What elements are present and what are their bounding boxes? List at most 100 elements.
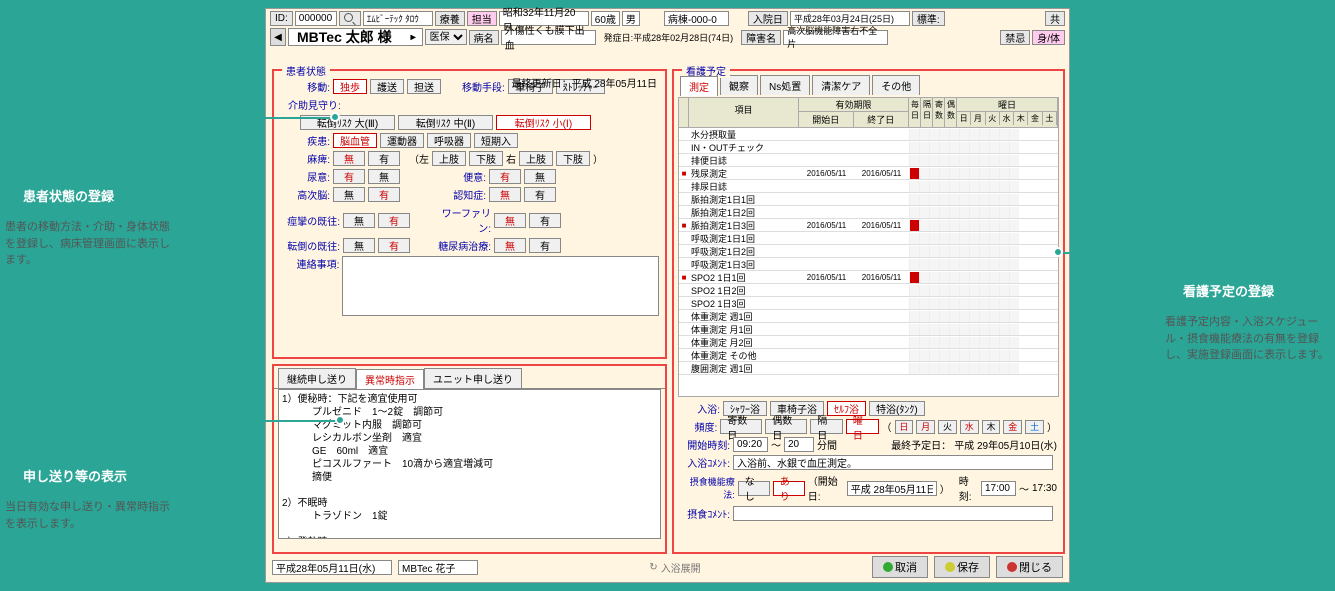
r-joshi[interactable]: 上肢	[519, 151, 553, 166]
risk-1[interactable]: 転倒ﾘｽｸ 中(Ⅱ)	[398, 115, 493, 130]
header-row-1: ID: 000000 ｴﾑﾋﾞｰﾃｯｸ ﾀﾛｳ 療養 担当 昭和32年11月20…	[266, 9, 1069, 28]
sched-tab-2[interactable]: Ns処置	[760, 75, 810, 95]
nyou-ari[interactable]: 有	[333, 169, 365, 184]
meal-comment-input[interactable]	[733, 506, 1053, 521]
table-row[interactable]: ■残尿測定2016/05/112016/05/11	[679, 167, 1058, 180]
l-kashi[interactable]: 下肢	[469, 151, 503, 166]
table-row[interactable]: 呼吸測定1日1回	[679, 232, 1058, 245]
freq-3[interactable]: 曜日	[846, 419, 879, 434]
ninchi-ari[interactable]: 有	[524, 187, 556, 202]
restore-button[interactable]: ↻入浴展開	[649, 560, 700, 575]
meal-start-input[interactable]	[847, 481, 937, 496]
l-joshi[interactable]: 上肢	[432, 151, 466, 166]
notes-tab-1[interactable]: 異常時指示	[356, 369, 424, 389]
annotation-desc: 患者の移動方法・介助・身体状態を登録し、病床管理画面に表示します。	[5, 219, 175, 269]
table-row[interactable]: ■SPO2 1日1回2016/05/112016/05/11	[679, 271, 1058, 284]
last-sched-label: 最終予定日：	[891, 437, 951, 452]
wd-sat[interactable]: 土	[1025, 420, 1044, 434]
table-row[interactable]: 体重測定 月2回	[679, 336, 1058, 349]
shikkan-2[interactable]: 呼吸器	[427, 133, 471, 148]
notes-body[interactable]: 1）便秘時：下記を適宜使用可 プルゼニド 1～2錠 調節可 マグミット内服 調節…	[278, 389, 661, 539]
table-row[interactable]: IN・OUTチェック	[679, 141, 1058, 154]
start-time-input[interactable]	[733, 437, 768, 452]
tounyou-nashi[interactable]: 無	[494, 238, 526, 253]
notes-tab-0[interactable]: 継続申し送り	[278, 368, 356, 388]
patient-name[interactable]: MBTec 太郎 様	[288, 28, 423, 46]
sched-tab-1[interactable]: 観察	[720, 75, 758, 95]
ben-label: 便意:	[446, 169, 486, 184]
risk-2[interactable]: 転倒ﾘｽｸ 小(Ⅰ)	[496, 115, 591, 130]
sched-tab-3[interactable]: 清潔ケア	[812, 75, 870, 95]
wd-tue[interactable]: 火	[938, 420, 957, 434]
tounyou-label: 糖尿病治療:	[436, 238, 491, 253]
app-window: ID: 000000 ｴﾑﾋﾞｰﾃｯｸ ﾀﾛｳ 療養 担当 昭和32年11月20…	[265, 8, 1070, 583]
sched-tab-4[interactable]: その他	[872, 75, 920, 95]
idou-opt-1[interactable]: 護送	[370, 79, 404, 94]
save-button[interactable]: 保存	[934, 556, 990, 578]
meal-ari[interactable]: あり	[773, 481, 805, 496]
table-row[interactable]: 体重測定 その他	[679, 349, 1058, 362]
idou-opt-2[interactable]: 担送	[407, 79, 441, 94]
table-row[interactable]: 体重測定 月1回	[679, 323, 1058, 336]
last-updated: 最終更新日：平成 28年05月11日	[512, 75, 657, 90]
kouji-ari[interactable]: 有	[368, 187, 400, 202]
kouji-nashi[interactable]: 無	[333, 187, 365, 202]
renraku-textarea[interactable]	[342, 256, 659, 316]
duration-input[interactable]	[784, 437, 814, 452]
ben-ari[interactable]: 有	[489, 169, 521, 184]
sched-table[interactable]: 項目 有効期限 開始日終了日 毎日 隔日 寄数 偶数 曜日 日月火水木金土 水分…	[678, 97, 1059, 397]
table-row[interactable]: 呼吸測定1日3回	[679, 258, 1058, 271]
table-row[interactable]: 体重測定 週1回	[679, 310, 1058, 323]
hoken-select[interactable]: 医保	[425, 29, 467, 45]
freq-2[interactable]: 隔日	[810, 419, 843, 434]
meal-time-input[interactable]	[981, 481, 1016, 496]
war-nashi[interactable]: 無	[494, 213, 526, 228]
table-row[interactable]: 排便日誌	[679, 154, 1058, 167]
keiren-ari[interactable]: 有	[378, 213, 410, 228]
prev-patient-button[interactable]: ◀	[270, 28, 286, 46]
meal-nashi[interactable]: なし	[738, 481, 770, 496]
bath-3[interactable]: 特浴(ﾀﾝｸ)	[869, 401, 925, 416]
tounyou-ari[interactable]: 有	[529, 238, 561, 253]
tentou-nashi[interactable]: 無	[343, 238, 375, 253]
kyou-label: 共	[1045, 11, 1065, 26]
table-row[interactable]: SPO2 1日2回	[679, 284, 1058, 297]
table-row[interactable]: ■脈拍測定1日3回2016/05/112016/05/11	[679, 219, 1058, 232]
table-row[interactable]: SPO2 1日3回	[679, 297, 1058, 310]
wd-wed[interactable]: 水	[960, 420, 979, 434]
table-row[interactable]: 排尿日誌	[679, 180, 1058, 193]
nyou-nashi[interactable]: 無	[368, 169, 400, 184]
search-button[interactable]	[339, 11, 361, 26]
wd-mon[interactable]: 月	[916, 420, 935, 434]
mahi-ari[interactable]: 有	[368, 151, 400, 166]
shudan-label: 移動手段:	[462, 79, 505, 94]
idou-opt-0[interactable]: 独歩	[333, 79, 367, 94]
shikkan-1[interactable]: 運動器	[380, 133, 424, 148]
freq-0[interactable]: 寄数日	[720, 419, 762, 434]
close-button[interactable]: 閉じる	[996, 556, 1063, 578]
wd-sun[interactable]: 日	[895, 420, 914, 434]
keiren-nashi[interactable]: 無	[343, 213, 375, 228]
wd-fri[interactable]: 金	[1003, 420, 1022, 434]
notes-tab-2[interactable]: ユニット申し送り	[424, 368, 522, 388]
shikkan-3[interactable]: 短期入	[474, 133, 518, 148]
tentou-ari[interactable]: 有	[378, 238, 410, 253]
table-row[interactable]: 脈拍測定1日1回	[679, 193, 1058, 206]
shikkan-0[interactable]: 脳血管	[333, 133, 377, 148]
table-row[interactable]: 呼吸測定1日2回	[679, 245, 1058, 258]
wd-thu[interactable]: 木	[982, 420, 1001, 434]
r-kashi[interactable]: 下肢	[556, 151, 590, 166]
ninchi-nashi[interactable]: 無	[489, 187, 521, 202]
annotation-badge: 患者状態の登録	[5, 180, 132, 211]
bath-comment-input[interactable]	[733, 455, 1053, 470]
ben-nashi[interactable]: 無	[524, 169, 556, 184]
table-row[interactable]: 腹囲測定 週1回	[679, 362, 1058, 375]
sched-tab-0[interactable]: 測定	[680, 76, 718, 96]
table-row[interactable]: 脈拍測定1日2回	[679, 206, 1058, 219]
nyou-label: 尿意:	[280, 169, 330, 184]
war-ari[interactable]: 有	[529, 213, 561, 228]
cancel-button[interactable]: 取消	[872, 556, 928, 578]
freq-1[interactable]: 偶数日	[765, 419, 807, 434]
table-row[interactable]: 水分摂取量	[679, 128, 1058, 141]
mahi-nashi[interactable]: 無	[333, 151, 365, 166]
